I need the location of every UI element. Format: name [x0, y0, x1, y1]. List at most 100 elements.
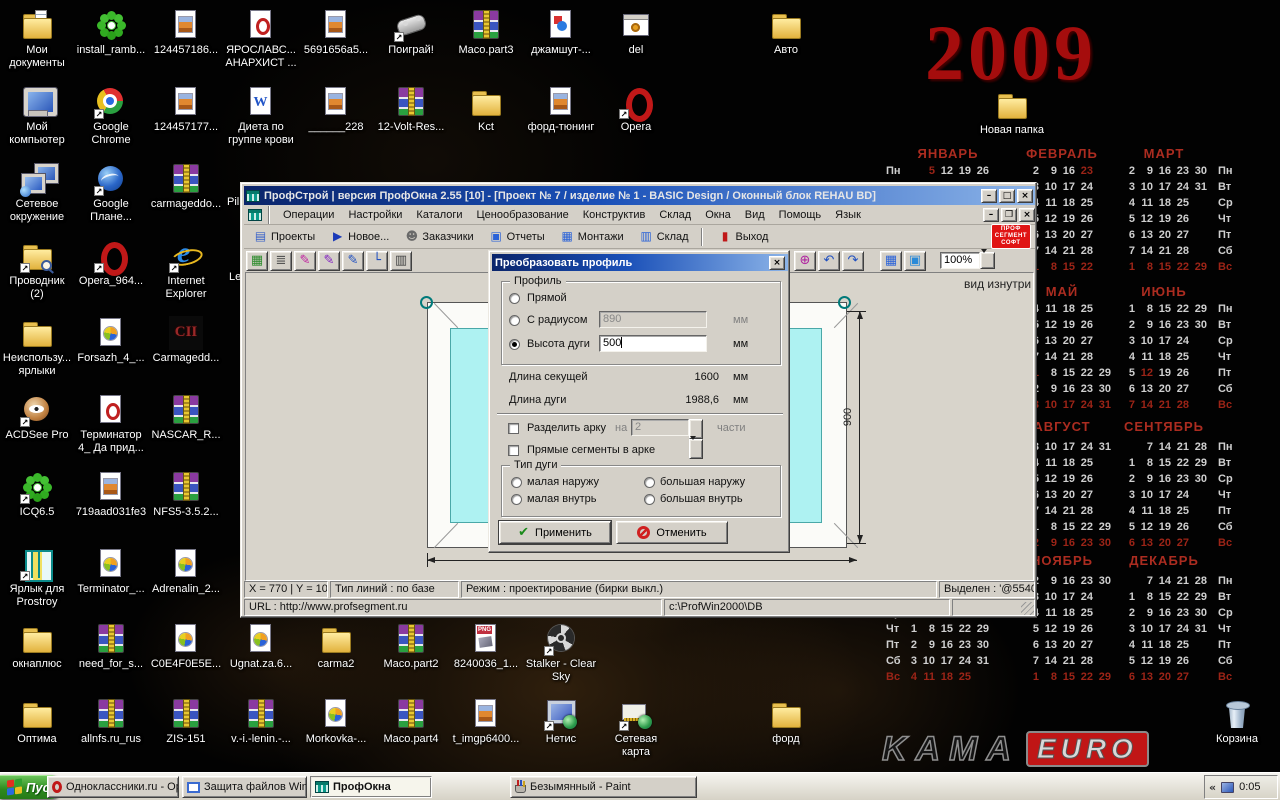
desktop-icon-мой-компьютер[interactable]: Мой компьютер [0, 85, 74, 159]
radio-small-in-label[interactable]: малая внутрь [527, 493, 597, 505]
desktop-icon-carmagedd-[interactable]: Carmagedd... [149, 316, 223, 390]
split-parts-input[interactable]: 2 [631, 419, 689, 436]
menu-item-7[interactable]: Вид [745, 209, 765, 221]
toolbar-button-заказчики[interactable]: ☻Заказчики [399, 227, 479, 247]
desktop-icon-maco-part3[interactable]: Maco.part3 [449, 8, 523, 82]
desktop-icon-терминатор-4-да-прид-[interactable]: Терминатор 4_ Да прид... [74, 393, 148, 467]
toolbar-button-монтажи[interactable]: ▦Монтажи [555, 227, 630, 247]
radio-small-out[interactable] [511, 477, 522, 488]
tray-chevron-icon[interactable]: « [1209, 781, 1216, 794]
close-button[interactable]: × [1017, 189, 1033, 203]
menu-item-1[interactable]: Настройки [348, 209, 402, 221]
radio-small-out-label[interactable]: малая наружу [527, 476, 599, 488]
straight-segments-label[interactable]: Прямые сегменты в арке [527, 444, 655, 456]
desktop-icon-acdsee-pro[interactable]: ↗ACDSee Pro [0, 393, 74, 467]
taskbar-task-защита-файлов-windows[interactable]: Защита файлов Windows [182, 776, 307, 798]
radio-radius[interactable] [509, 315, 520, 326]
desktop-icon-carmageddo-[interactable]: carmageddo... [149, 162, 223, 236]
drawing-tool-icon-3[interactable]: ✎ [318, 251, 340, 271]
desktop-icon-maco-part2[interactable]: Maco.part2 [374, 622, 448, 696]
desktop-icon-ugnat-za-6-[interactable]: Ugnat.za.6... [224, 622, 298, 696]
drawing-tool-right-icon-3[interactable]: ▦ [880, 251, 902, 271]
taskbar-task-профокна[interactable]: ПрофОкна [310, 776, 432, 798]
desktop-icon-adrenalin-2-[interactable]: Adrenalin_2... [149, 547, 223, 621]
mdi-restore-button[interactable]: ❒ [1001, 208, 1017, 222]
toolbar-button-новое-[interactable]: ▶Новое... [325, 227, 395, 247]
split-arch-label[interactable]: Разделить арку [527, 422, 606, 434]
desktop-icon-nascar-r-[interactable]: NASCAR_R... [149, 393, 223, 467]
drawing-tool-right-icon-1[interactable]: ↶ [818, 251, 840, 271]
mdi-minimize-button[interactable]: – [983, 208, 999, 222]
maximize-button[interactable]: □ [999, 189, 1015, 203]
selection-handle[interactable] [838, 296, 851, 309]
spinner-down[interactable] [689, 439, 703, 459]
radius-input[interactable]: 890 [599, 311, 707, 328]
desktop-icon-новая-папка[interactable]: Новая папка [975, 88, 1049, 162]
desktop-icon-t-imgp6400-[interactable]: t_imgp6400... [449, 697, 523, 771]
desktop-icon--228[interactable]: ______228 [299, 85, 373, 159]
desktop-icon-terminator-[interactable]: Terminator_... [74, 547, 148, 621]
desktop-icon-сетевое-окружение[interactable]: Сетевое окружение [0, 162, 74, 236]
desktop-icon-install-ramb-[interactable]: install_ramb... [74, 8, 148, 82]
toolbar-button-проекты[interactable]: ▤Проекты [248, 227, 321, 247]
desktop-icon-allnfs-ru-rus[interactable]: allnfs.ru_rus [74, 697, 148, 771]
radio-big-in-label[interactable]: большая внутрь [660, 493, 743, 505]
split-arch-checkbox[interactable] [508, 423, 519, 434]
split-parts-spinner[interactable] [689, 419, 703, 436]
mdi-close-button[interactable]: × [1019, 208, 1035, 222]
drawing-tool-right-icon-2[interactable]: ↷ [842, 251, 864, 271]
taskbar-task-одноклассники-ru-op-[interactable]: Одноклассники.ru - Op... [47, 776, 179, 798]
desktop-icon-ярлык-для-prostroy[interactable]: ↗Ярлык для Prostroy [0, 547, 74, 621]
drawing-tool-icon-4[interactable]: ✎ [342, 251, 364, 271]
toolbar-button-отчеты[interactable]: ▣Отчеты [484, 227, 551, 247]
minimize-button[interactable]: – [981, 189, 997, 203]
menu-item-8[interactable]: Помощь [779, 209, 822, 221]
desktop-icon-124457177-[interactable]: 124457177... [149, 85, 223, 159]
desktop-icon-forsazh-4-[interactable]: Forsazh_4_... [74, 316, 148, 390]
arc-height-input[interactable]: 500 [599, 335, 707, 352]
network-tray-icon[interactable] [1221, 782, 1234, 793]
zoom-value[interactable]: 100% [940, 252, 980, 269]
radio-straight-label[interactable]: Прямой [527, 292, 567, 304]
drawing-tool-right-icon-0[interactable]: ⊕ [794, 251, 816, 271]
radio-big-out[interactable] [644, 477, 655, 488]
zoom-dropdown-button[interactable] [980, 252, 995, 269]
menu-item-5[interactable]: Склад [659, 209, 691, 221]
menu-item-6[interactable]: Окна [705, 209, 731, 221]
drawing-tool-icon-6[interactable]: ▥ [390, 251, 412, 271]
radio-big-out-label[interactable]: большая наружу [660, 476, 745, 488]
desktop-icon-ярославс-анархист-[interactable]: ЯРОСЛАВС... АНАРХИСТ ... [224, 8, 298, 82]
selection-handle[interactable] [420, 296, 433, 309]
desktop-icon-авто[interactable]: Авто [749, 8, 823, 82]
radio-straight[interactable] [509, 293, 520, 304]
radio-arc-height-label[interactable]: Высота дуги [527, 338, 590, 350]
desktop-icon-нетис[interactable]: ↗Нетис [524, 697, 598, 771]
desktop-icon-сетевая-карта[interactable]: ↗Сетевая карта [599, 697, 673, 771]
straight-segments-checkbox[interactable] [508, 445, 519, 456]
desktop-icon-оптима[interactable]: Оптима [0, 697, 74, 771]
desktop-icon-c0e4f0e5e-[interactable]: C0E4F0E5E... [149, 622, 223, 696]
menu-item-0[interactable]: Операции [283, 209, 334, 221]
desktop-icon-джамшут-[interactable]: джамшут-... [524, 8, 598, 82]
desktop-icon-форд[interactable]: форд [749, 697, 823, 771]
desktop-icon-124457186-[interactable]: 124457186... [149, 8, 223, 82]
desktop-icon-internet-explorer[interactable]: ↗Internet Explorer [149, 239, 223, 313]
menu-item-3[interactable]: Ценообразование [477, 209, 569, 221]
desktop-icon-google-плане-[interactable]: ↗Google Плане... [74, 162, 148, 236]
dialog-titlebar[interactable]: Преобразовать профиль × [492, 254, 788, 271]
desktop-icon-корзина[interactable]: Корзина [1200, 697, 1274, 771]
taskbar-task-безымянный-paint[interactable]: Безымянный - Paint [510, 776, 697, 798]
dialog-close-button[interactable]: × [769, 256, 785, 270]
desktop-icon-nfs5-3-5-2-[interactable]: NFS5-3.5.2... [149, 470, 223, 544]
radio-radius-label[interactable]: С радиусом [527, 314, 587, 326]
menu-item-9[interactable]: Язык [835, 209, 861, 221]
radio-small-in[interactable] [511, 494, 522, 505]
desktop-icon-icq6-5[interactable]: ↗ICQ6.5 [0, 470, 74, 544]
drawing-tool-right-icon-4[interactable]: ▣ [904, 251, 926, 271]
desktop-icon-opera-964-[interactable]: ↗Opera_964... [74, 239, 148, 313]
desktop-icon-12-volt-res-[interactable]: 12-Volt-Res... [374, 85, 448, 159]
drawing-tool-icon-1[interactable]: ≣ [270, 251, 292, 271]
desktop-icon-carma2[interactable]: carma2 [299, 622, 373, 696]
toolbar-button-склад[interactable]: ▥Склад [634, 227, 695, 247]
desktop-icon-форд-тюнинг[interactable]: форд-тюнинг [524, 85, 598, 159]
